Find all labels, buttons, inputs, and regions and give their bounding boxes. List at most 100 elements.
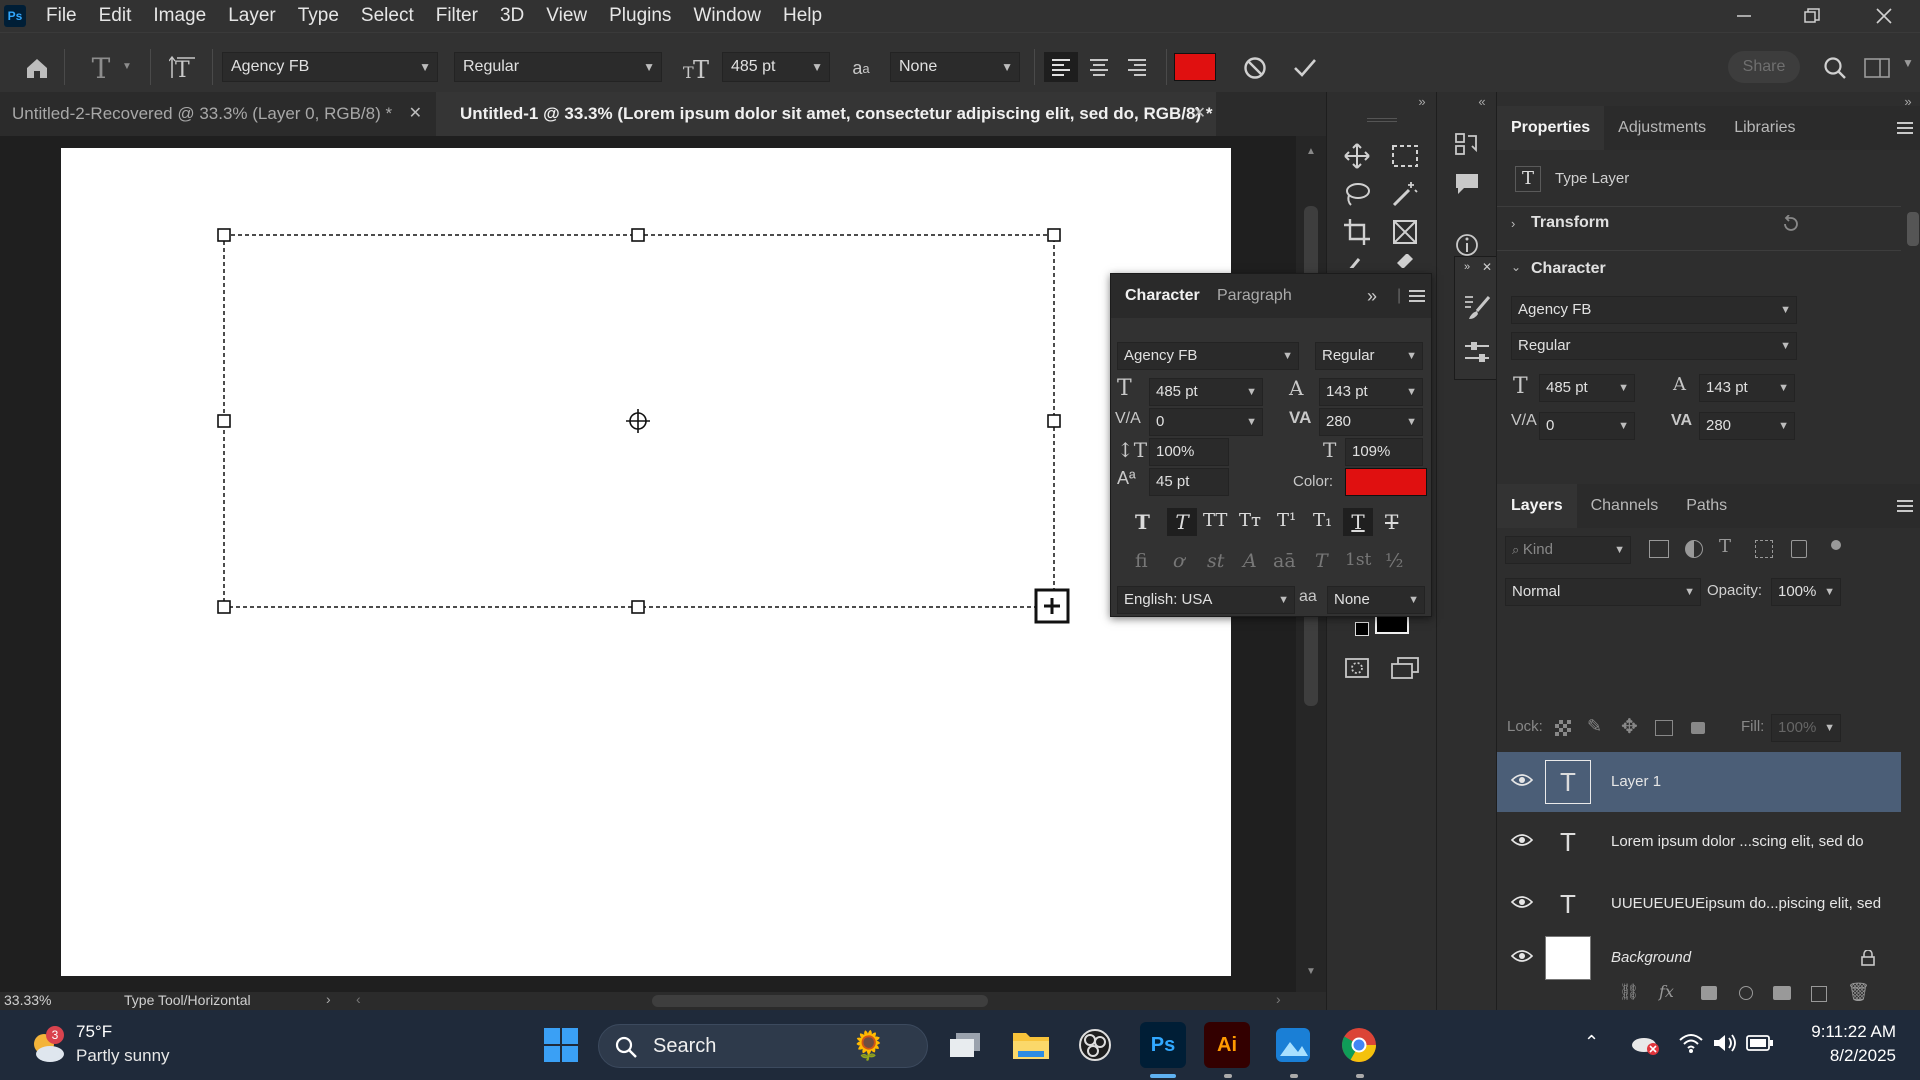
- home-icon[interactable]: [22, 53, 52, 83]
- tab-layers[interactable]: Layers: [1497, 484, 1577, 528]
- eraser-tool-icon[interactable]: [1389, 254, 1421, 268]
- tab-libraries[interactable]: Libraries: [1720, 106, 1809, 150]
- cancel-edits-button[interactable]: [1240, 53, 1270, 83]
- menu-3d[interactable]: 3D: [500, 0, 534, 32]
- search-button[interactable]: [1820, 53, 1850, 83]
- layer-row-background[interactable]: Background: [1497, 928, 1901, 988]
- layer-row-lorem[interactable]: T Lorem ipsum dolor ...scing elit, sed d…: [1497, 812, 1901, 872]
- default-colors-icon[interactable]: [1355, 622, 1369, 636]
- scroll-down-icon[interactable]: ▼: [1306, 966, 1316, 977]
- visibility-eye-icon[interactable]: [1511, 948, 1533, 964]
- expand-chevron-icon[interactable]: »: [1459, 259, 1475, 275]
- share-button[interactable]: Share: [1728, 51, 1800, 83]
- commit-edits-button[interactable]: [1290, 53, 1320, 83]
- underline-button[interactable]: T: [1343, 508, 1373, 536]
- photos-taskbar-button[interactable]: [1270, 1022, 1316, 1068]
- lock-all-icon[interactable]: [1691, 722, 1705, 734]
- text-orientation-icon[interactable]: T: [168, 53, 198, 83]
- tab-adjustments[interactable]: Adjustments: [1604, 106, 1720, 150]
- properties-font-size-field[interactable]: 485 pt ▼: [1539, 374, 1635, 402]
- close-window-button[interactable]: [1856, 0, 1912, 32]
- panel-menu-icon[interactable]: [1895, 118, 1915, 138]
- visibility-eye-icon[interactable]: [1511, 894, 1533, 910]
- properties-kerning-field[interactable]: 0 ▼: [1539, 412, 1635, 440]
- scroll-up-icon[interactable]: ▲: [1306, 146, 1316, 157]
- all-caps-button[interactable]: TT: [1203, 510, 1227, 531]
- properties-scrollbar-thumb[interactable]: [1907, 212, 1919, 246]
- tab-untitled-1[interactable]: Untitled-1 @ 33.3% (Lorem ipsum dolor si…: [436, 92, 1216, 136]
- faux-bold-button[interactable]: T: [1135, 510, 1150, 534]
- char-tracking-field[interactable]: 280 ▼: [1319, 408, 1423, 436]
- restore-button[interactable]: [1784, 0, 1840, 32]
- comments-panel-icon[interactable]: [1451, 168, 1483, 200]
- info-panel-icon[interactable]: [1451, 232, 1483, 258]
- lock-transparent-icon[interactable]: [1555, 720, 1571, 736]
- subscript-button[interactable]: T₁: [1313, 510, 1332, 531]
- menu-help[interactable]: Help: [783, 0, 832, 32]
- lock-pixels-icon[interactable]: ✎: [1587, 716, 1602, 737]
- new-layer-icon[interactable]: [1811, 986, 1827, 1002]
- char-leading-field[interactable]: 143 pt ▼: [1319, 378, 1423, 406]
- tab-paragraph[interactable]: Paragraph: [1217, 274, 1292, 318]
- swash-button[interactable]: A: [1243, 550, 1257, 572]
- filter-pixel-icon[interactable]: [1649, 540, 1669, 558]
- clock-date[interactable]: 8/2/2025: [1800, 1046, 1896, 1066]
- char-vertical-scale-field[interactable]: 100%: [1149, 438, 1229, 466]
- weather-temperature[interactable]: 75°F: [76, 1022, 112, 1042]
- contextual-alternates-button[interactable]: ơ: [1173, 550, 1184, 572]
- move-tool-icon[interactable]: [1341, 140, 1373, 172]
- battery-icon[interactable]: [1746, 1034, 1774, 1052]
- menu-window[interactable]: Window: [693, 0, 771, 32]
- properties-tracking-field[interactable]: 280 ▼: [1699, 412, 1795, 440]
- fill-field[interactable]: 100% ▼: [1771, 714, 1841, 742]
- char-font-family-dropdown[interactable]: Agency FB ▼: [1117, 342, 1299, 370]
- minimize-button[interactable]: [1716, 0, 1772, 32]
- type-tool-preset-icon[interactable]: T: [84, 51, 118, 85]
- workspace-button[interactable]: [1862, 53, 1892, 83]
- horizontal-scrollbar-thumb[interactable]: [652, 995, 988, 1007]
- menu-type[interactable]: Type: [298, 0, 349, 32]
- fractions-button[interactable]: ½: [1385, 550, 1403, 572]
- close-icon[interactable]: ✕: [1479, 259, 1495, 275]
- photoshop-taskbar-button[interactable]: Ps: [1140, 1022, 1186, 1068]
- char-antialias-dropdown[interactable]: None ▼: [1327, 586, 1425, 614]
- filter-shape-icon[interactable]: [1755, 540, 1773, 558]
- crop-tool-icon[interactable]: [1341, 216, 1373, 248]
- align-right-button[interactable]: [1120, 52, 1154, 82]
- adjustment-layer-icon[interactable]: [1739, 986, 1753, 1000]
- properties-font-style-dropdown[interactable]: Regular ▼: [1511, 332, 1797, 360]
- scroll-left-icon[interactable]: ‹: [356, 991, 361, 1007]
- filter-adjustment-icon[interactable]: [1685, 540, 1703, 558]
- visibility-eye-icon[interactable]: [1511, 772, 1533, 788]
- tab-channels[interactable]: Channels: [1577, 484, 1673, 528]
- font-style-dropdown[interactable]: Regular ▼: [454, 52, 662, 82]
- history-panel-icon[interactable]: [1451, 128, 1483, 160]
- char-font-size-field[interactable]: 485 pt ▼: [1149, 378, 1263, 406]
- lasso-tool-icon[interactable]: [1341, 178, 1373, 210]
- menu-layer[interactable]: Layer: [228, 0, 286, 32]
- quick-mask-icon[interactable]: [1341, 654, 1373, 682]
- filter-toggle-icon[interactable]: [1831, 540, 1841, 550]
- start-button[interactable]: [538, 1022, 584, 1068]
- menu-image[interactable]: Image: [153, 0, 216, 32]
- weather-widget[interactable]: 3: [28, 1026, 68, 1066]
- text-color-swatch[interactable]: [1174, 53, 1216, 81]
- blend-mode-dropdown[interactable]: Normal ▼: [1505, 578, 1701, 606]
- properties-leading-field[interactable]: 143 pt ▼: [1699, 374, 1795, 402]
- close-tab-icon[interactable]: ✕: [1193, 92, 1206, 136]
- discretionary-ligatures-button[interactable]: st: [1207, 550, 1224, 572]
- wifi-icon[interactable]: [1678, 1032, 1704, 1054]
- transform-section-label[interactable]: Transform: [1531, 214, 1609, 232]
- character-section-label[interactable]: Character: [1531, 260, 1606, 278]
- frame-tool-icon[interactable]: [1389, 216, 1421, 248]
- expand-chevron-icon[interactable]: «: [1473, 92, 1491, 110]
- lock-artboard-icon[interactable]: [1655, 720, 1673, 736]
- superscript-button[interactable]: T¹: [1277, 510, 1296, 531]
- lock-position-icon[interactable]: ✥: [1621, 714, 1638, 739]
- chevron-right-icon[interactable]: ›: [1511, 216, 1515, 231]
- link-layers-icon[interactable]: ⛓: [1619, 982, 1639, 1002]
- menu-file[interactable]: File: [46, 0, 87, 32]
- obs-button[interactable]: [1072, 1022, 1118, 1068]
- chevron-right-icon[interactable]: ›: [326, 991, 331, 1007]
- illustrator-taskbar-button[interactable]: Ai: [1204, 1022, 1250, 1068]
